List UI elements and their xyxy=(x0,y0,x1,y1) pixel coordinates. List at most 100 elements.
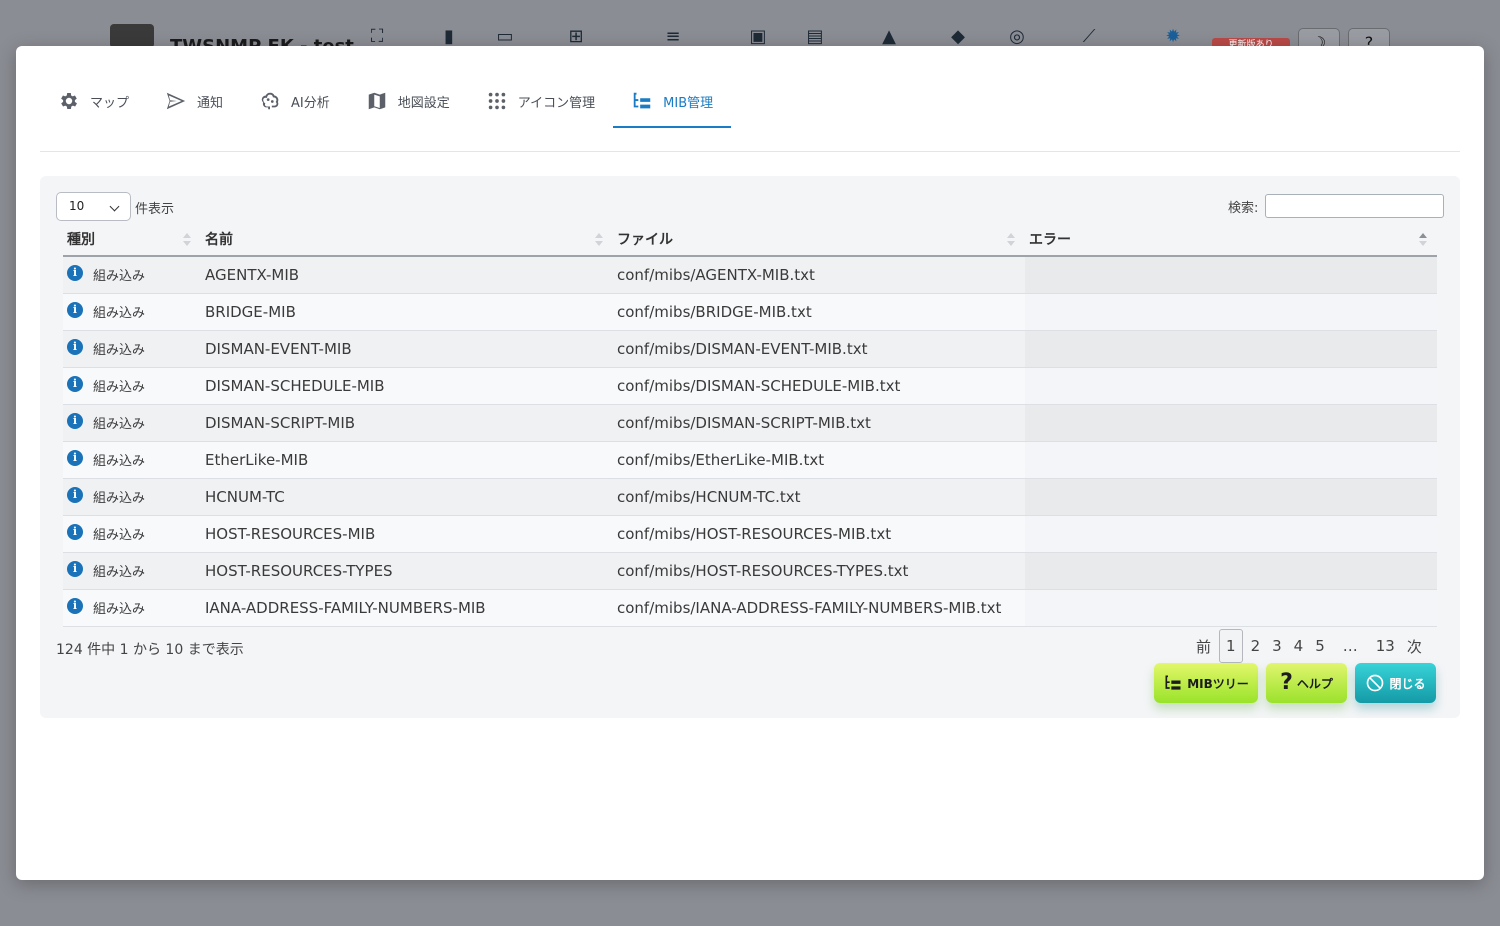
table-row[interactable]: i 組み込み IANA-ADDRESS-FAMILY-NUMBERS-MIB conf… xyxy=(63,589,1437,627)
name-cell: HCNUM-TC xyxy=(201,478,613,516)
map-icon xyxy=(368,92,386,110)
map-icon: ▮ xyxy=(444,26,454,46)
type-label: 組み込み xyxy=(93,343,146,358)
table-info: 124 件中 1 から 10 まで表示 xyxy=(56,642,244,658)
type-label: 組み込み xyxy=(93,417,146,432)
page-length-label: 件表示 xyxy=(135,202,175,217)
checklist-icon: ≡ xyxy=(665,26,681,46)
file-cell: conf/mibs/EtherLike-MIB.txt xyxy=(613,441,1025,479)
type-cell: i 組み込み xyxy=(63,515,201,553)
type-cell: i 組み込み xyxy=(63,589,201,627)
close-button[interactable]: 閉じる xyxy=(1355,663,1436,703)
pagination-page[interactable]: 2 xyxy=(1245,637,1267,655)
tab-map[interactable]: マップ xyxy=(40,74,147,128)
column-header-name-label: 名前 xyxy=(205,231,233,248)
pagination-page[interactable]: 4 xyxy=(1288,637,1310,655)
theme-toggle-button: ☽ xyxy=(1298,28,1340,46)
ban-icon xyxy=(1367,674,1384,692)
type-label: 組み込み xyxy=(93,380,146,395)
pagination-next[interactable]: 次 xyxy=(1401,636,1428,657)
tab-mib[interactable]: MIB管理 xyxy=(613,74,732,128)
name-cell: IANA-ADDRESS-FAMILY-NUMBERS-MIB xyxy=(201,589,613,627)
pagination: 前 1 2 3 4 5 … 13 次 xyxy=(1190,629,1428,663)
pagination-page[interactable]: 3 xyxy=(1266,637,1288,655)
table-row[interactable]: i 組み込み HOST-RESOURCES-MIB conf/mibs/HOST-RE… xyxy=(63,515,1437,553)
table-row[interactable]: i 組み込み BRIDGE-MIB conf/mibs/BRIDGE-MIB.txt xyxy=(63,293,1437,331)
type-cell: i 組み込み xyxy=(63,404,201,442)
table-row[interactable]: i 組み込み HCNUM-TC conf/mibs/HCNUM-TC.txt xyxy=(63,478,1437,516)
pagination-ellipsis: … xyxy=(1342,637,1358,655)
paper-plane-icon xyxy=(166,92,186,110)
search-input[interactable] xyxy=(1265,194,1444,218)
update-badge: 更新版あり xyxy=(1212,38,1290,46)
pagination-page[interactable]: 13 xyxy=(1370,637,1401,655)
info-icon: i xyxy=(67,264,83,281)
type-label: 組み込み xyxy=(93,491,146,506)
table-row[interactable]: i 組み込み DISMAN-SCHEDULE-MIB conf/mibs/DISMAN… xyxy=(63,367,1437,405)
column-header-error[interactable]: エラー xyxy=(1025,222,1437,257)
table-row[interactable]: i 組み込み DISMAN-EVENT-MIB conf/mibs/DISMAN-EV… xyxy=(63,330,1437,368)
tab-notify[interactable]: 通知 xyxy=(147,74,241,128)
table-row[interactable]: i 組み込み AGENTX-MIB conf/mibs/AGENTX-MIB.txt xyxy=(63,256,1437,294)
info-icon: i xyxy=(67,375,83,392)
sort-asc-icon xyxy=(1419,233,1427,247)
warning-icon: ▲ xyxy=(882,26,896,46)
question-icon: ? xyxy=(1280,670,1293,695)
info-icon: i xyxy=(67,301,83,318)
chevron-down-icon xyxy=(109,201,120,212)
pagination-page[interactable]: 5 xyxy=(1309,637,1331,655)
column-header-file-label: ファイル xyxy=(617,231,673,248)
name-cell: HOST-RESOURCES-MIB xyxy=(201,515,613,553)
name-cell: DISMAN-SCRIPT-MIB xyxy=(201,404,613,442)
name-cell: BRIDGE-MIB xyxy=(201,293,613,331)
table-row[interactable]: i 組み込み HOST-RESOURCES-TYPES conf/mibs/HOST-… xyxy=(63,552,1437,590)
tab-map-label: マップ xyxy=(90,95,130,111)
table-row[interactable]: i 組み込み DISMAN-SCRIPT-MIB conf/mibs/DISMAN-S… xyxy=(63,404,1437,442)
file-cell: conf/mibs/HOST-RESOURCES-TYPES.txt xyxy=(613,552,1025,590)
file-cell: conf/mibs/DISMAN-EVENT-MIB.txt xyxy=(613,330,1025,368)
file-cell: conf/mibs/HCNUM-TC.txt xyxy=(613,478,1025,516)
help-button[interactable]: ? ヘルプ xyxy=(1266,663,1347,703)
close-button-label: 閉じる xyxy=(1389,676,1426,691)
column-header-name[interactable]: 名前 xyxy=(201,222,613,257)
settings-icon: ✹ xyxy=(1165,26,1181,46)
name-cell: EtherLike-MIB xyxy=(201,441,613,479)
error-cell xyxy=(1025,330,1437,368)
tab-ai[interactable]: AI分析 xyxy=(241,74,348,128)
error-cell xyxy=(1025,293,1437,331)
table-row[interactable]: i 組み込み EtherLike-MIB conf/mibs/EtherLike-MI… xyxy=(63,441,1437,479)
diagram-icon: ⊞ xyxy=(568,26,584,46)
info-icon: i xyxy=(67,597,83,614)
tree-icon xyxy=(1165,675,1181,690)
column-header-error-label: エラー xyxy=(1029,231,1071,248)
mib-table-panel: 10 件表示 検索: 種別 名前 ファイル エラー i 組み込み AGENTX-MI… xyxy=(40,176,1460,718)
report-icon: ◆ xyxy=(951,26,965,46)
background-app-header: TWSNMP FK - test ⛶ ▮ ▭ ⊞ ≡ ▣ ▤ ▲ ◆ ◎ ⟋ ✹… xyxy=(0,0,1500,46)
column-header-file[interactable]: ファイル xyxy=(613,222,1025,257)
tab-mib-label: MIB管理 xyxy=(663,95,714,111)
type-label: 組み込み xyxy=(93,269,146,285)
file-cell: conf/mibs/HOST-RESOURCES-MIB.txt xyxy=(613,515,1025,553)
name-cell: DISMAN-EVENT-MIB xyxy=(201,330,613,368)
app-title: TWSNMP FK - test xyxy=(170,36,354,46)
tab-geo-map[interactable]: 地図設定 xyxy=(348,74,468,128)
mib-tree-button-label: MIBツリー xyxy=(1187,676,1249,691)
pagination-page-current[interactable]: 1 xyxy=(1219,629,1243,663)
type-label: 組み込み xyxy=(93,565,146,580)
mib-table: 種別 名前 ファイル エラー i 組み込み AGENTX-MIB conf/mibs/… xyxy=(63,222,1437,627)
pagination-prev[interactable]: 前 xyxy=(1190,636,1217,657)
sort-icon xyxy=(1007,233,1015,247)
error-cell xyxy=(1025,256,1437,294)
type-cell: i 組み込み xyxy=(63,330,201,368)
mib-tree-button[interactable]: MIBツリー xyxy=(1154,663,1258,703)
type-cell: i 組み込み xyxy=(63,293,201,331)
tab-icon-manage[interactable]: アイコン管理 xyxy=(468,74,613,128)
file-cell: conf/mibs/DISMAN-SCRIPT-MIB.txt xyxy=(613,404,1025,442)
page-length-select[interactable]: 10 xyxy=(56,192,131,221)
help-button-label: ヘルプ xyxy=(1296,676,1333,691)
calendar-check-icon: ▣ xyxy=(749,26,767,46)
error-cell xyxy=(1025,552,1437,590)
info-icon: i xyxy=(67,449,83,466)
name-cell: HOST-RESOURCES-TYPES xyxy=(201,552,613,590)
column-header-type[interactable]: 種別 xyxy=(63,222,201,257)
